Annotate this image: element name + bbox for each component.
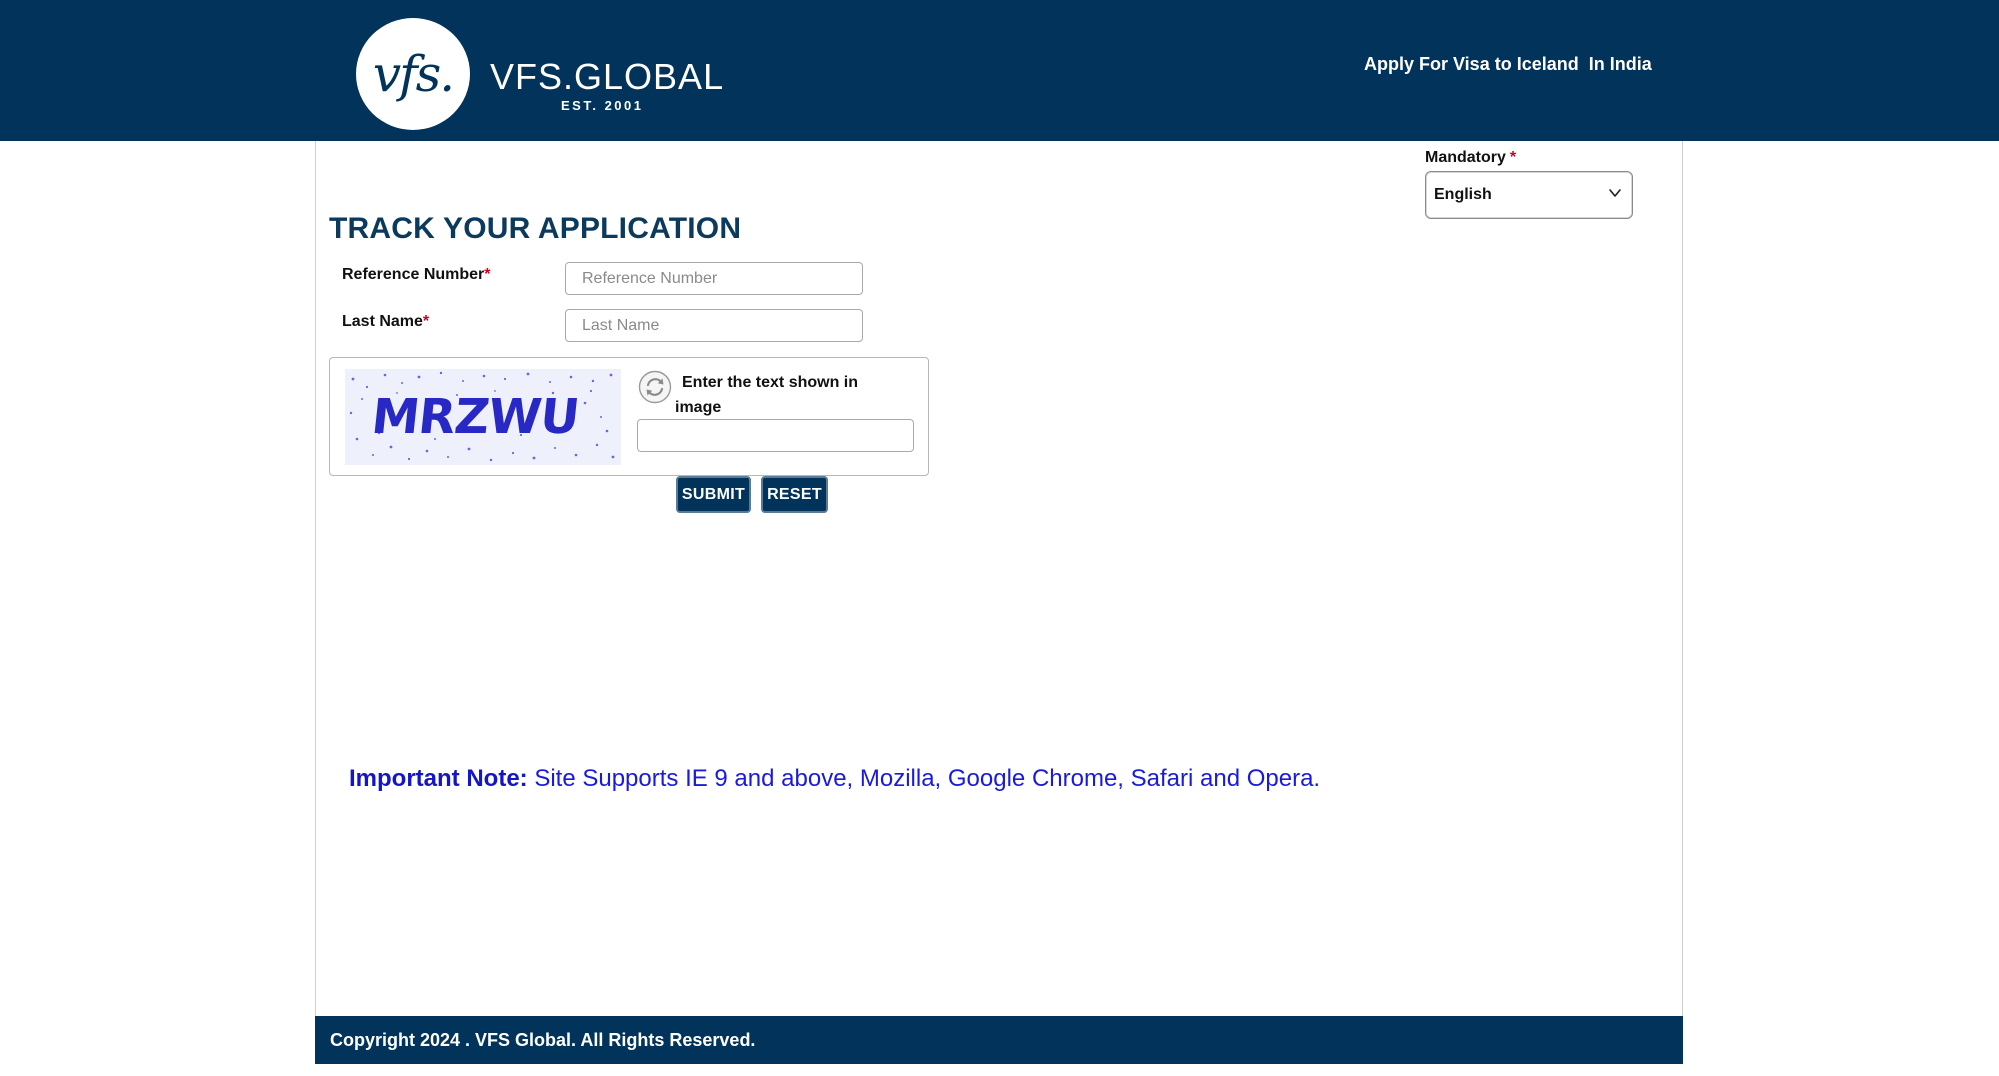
logo-established: EST. 2001 <box>561 98 644 113</box>
reference-number-label-text: Reference Number <box>342 266 485 283</box>
language-label: Mandatory * <box>1425 149 1516 167</box>
main-content-panel <box>315 141 1683 1016</box>
captcha-prompt-line2: image <box>675 399 722 416</box>
important-note: Important Note: Site Supports IE 9 and a… <box>349 765 1320 793</box>
captcha-panel: MRZWU Enter the text shown in image <box>329 357 929 476</box>
important-note-text: Site Supports IE 9 and above, Mozilla, G… <box>527 765 1321 792</box>
last-name-label: Last Name* <box>342 313 429 331</box>
chevron-down-icon <box>1609 189 1621 197</box>
captcha-image: MRZWU <box>345 369 621 465</box>
required-marker: * <box>1509 149 1517 166</box>
reset-button[interactable]: RESET <box>761 476 828 513</box>
language-selected-value: English <box>1434 186 1492 203</box>
captcha-noise: MRZWU <box>349 371 615 462</box>
language-label-text: Mandatory <box>1425 149 1506 166</box>
required-marker: * <box>422 313 430 330</box>
captcha-prompt-line1: Enter the text shown in <box>682 374 859 391</box>
header-bar: vfs. VFS.GLOBAL EST. 2001 Apply For Visa… <box>0 0 1999 141</box>
submit-button[interactable]: SUBMIT <box>676 476 751 513</box>
copyright-text: Copyright 2024 . VFS Global. All Rights … <box>330 1030 756 1050</box>
important-note-label: Important Note: <box>349 765 528 792</box>
vfs-logo-emblem[interactable]: vfs. <box>356 18 470 130</box>
page-title: TRACK YOUR APPLICATION <box>329 212 742 245</box>
last-name-input[interactable] <box>565 309 863 342</box>
captcha-text-glyphs: MRZWU <box>369 389 581 445</box>
language-select[interactable]: English <box>1425 171 1633 219</box>
logo-mark: vfs. <box>372 45 455 103</box>
apply-visa-link[interactable]: Apply For Visa to Iceland In India <box>1364 54 1652 75</box>
last-name-label-text: Last Name <box>342 313 423 330</box>
footer-bar: Copyright 2024 . VFS Global. All Rights … <box>315 1016 1683 1064</box>
captcha-input[interactable] <box>637 419 914 452</box>
logo-wordmark: VFS.GLOBAL <box>490 56 725 97</box>
required-marker: * <box>484 266 491 283</box>
refresh-icon[interactable] <box>638 370 672 404</box>
reference-number-label: Reference Number* <box>342 266 491 284</box>
reference-number-input[interactable] <box>565 262 863 295</box>
